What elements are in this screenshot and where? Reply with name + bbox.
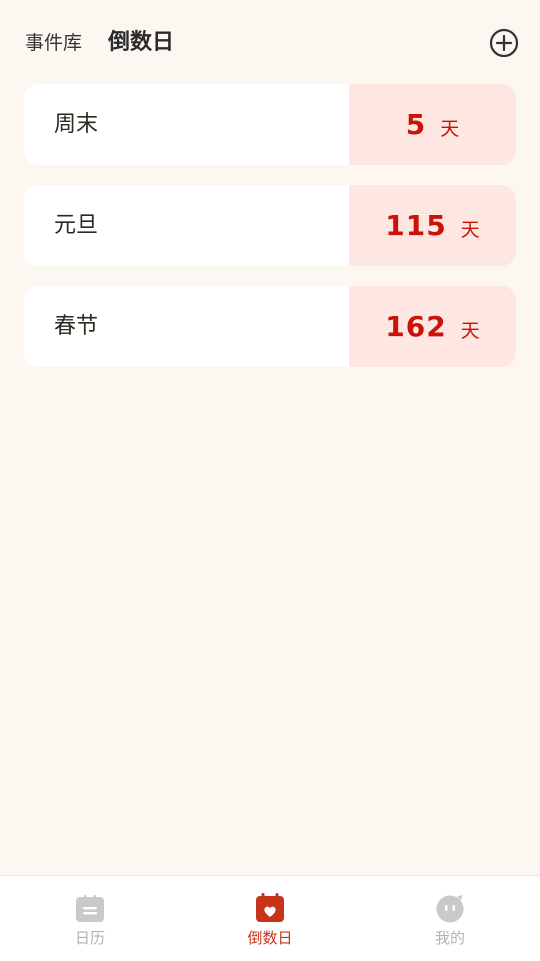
calendar-icon <box>76 895 104 922</box>
event-card-spring-festival[interactable]: 春节 162 天 <box>24 286 516 367</box>
event-name: 元旦 <box>54 213 99 238</box>
nav-label: 倒数日 <box>247 929 293 947</box>
tab-countdown[interactable]: 倒数日 <box>108 28 174 58</box>
top-bar: 事件库 倒数日 <box>0 0 540 84</box>
days-count: 5 <box>405 108 427 141</box>
event-name: 春节 <box>54 314 99 339</box>
nav-label: 日历 <box>74 929 105 947</box>
days-remaining-box: 5 天 <box>349 84 516 165</box>
countdown-list: 周末 5 天 元旦 115 天 春节 162 天 <box>24 84 516 387</box>
event-name: 周末 <box>54 112 99 137</box>
nav-item-calendar[interactable]: 日历 <box>0 876 180 961</box>
plus-circle-icon <box>489 28 519 58</box>
days-unit: 天 <box>460 219 480 241</box>
nav-item-countdown[interactable]: 倒数日 <box>180 876 360 961</box>
days-remaining-box: 115 天 <box>349 185 516 266</box>
add-event-button[interactable] <box>488 27 520 59</box>
profile-face-icon <box>436 895 464 923</box>
days-count: 115 <box>385 209 447 242</box>
event-card-weekend[interactable]: 周末 5 天 <box>24 84 516 165</box>
days-count: 162 <box>385 310 447 343</box>
calendar-heart-icon <box>256 893 284 922</box>
nav-item-profile[interactable]: 我的 <box>360 876 540 961</box>
tab-event-library[interactable]: 事件库 <box>25 30 82 56</box>
days-unit: 天 <box>460 320 480 342</box>
days-remaining-box: 162 天 <box>349 286 516 367</box>
event-card-new-year[interactable]: 元旦 115 天 <box>24 185 516 266</box>
days-unit: 天 <box>440 118 460 140</box>
nav-label: 我的 <box>434 929 465 947</box>
bottom-navigation: 日历 倒数日 我的 <box>0 875 540 961</box>
